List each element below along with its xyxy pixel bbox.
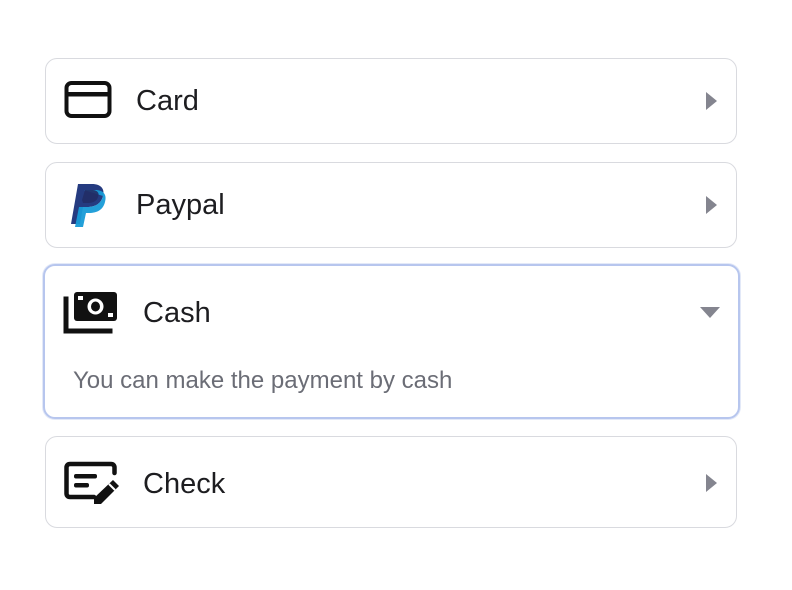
payment-option-check[interactable]: Check xyxy=(45,436,737,528)
payment-option-label: Check xyxy=(143,468,226,500)
chevron-right-icon xyxy=(701,90,721,112)
paypal-icon xyxy=(68,182,108,228)
payment-option-label: Cash xyxy=(143,297,211,329)
payment-option-description: You can make the payment by cash xyxy=(73,367,453,394)
chevron-down-icon xyxy=(697,304,723,320)
credit-card-icon xyxy=(64,80,112,120)
payment-option-label: Card xyxy=(136,85,199,117)
payment-option-card[interactable]: Card xyxy=(45,58,737,144)
payment-option-paypal[interactable]: Paypal xyxy=(45,162,737,248)
cash-icon xyxy=(63,290,119,334)
check-icon xyxy=(64,461,120,505)
payment-method-accordion: Card Paypal Cash You can make the paymen… xyxy=(0,0,792,590)
chevron-right-icon xyxy=(701,472,721,494)
payment-option-label: Paypal xyxy=(136,189,225,221)
chevron-right-icon xyxy=(701,194,721,216)
payment-option-cash[interactable]: Cash You can make the payment by cash xyxy=(43,264,740,419)
